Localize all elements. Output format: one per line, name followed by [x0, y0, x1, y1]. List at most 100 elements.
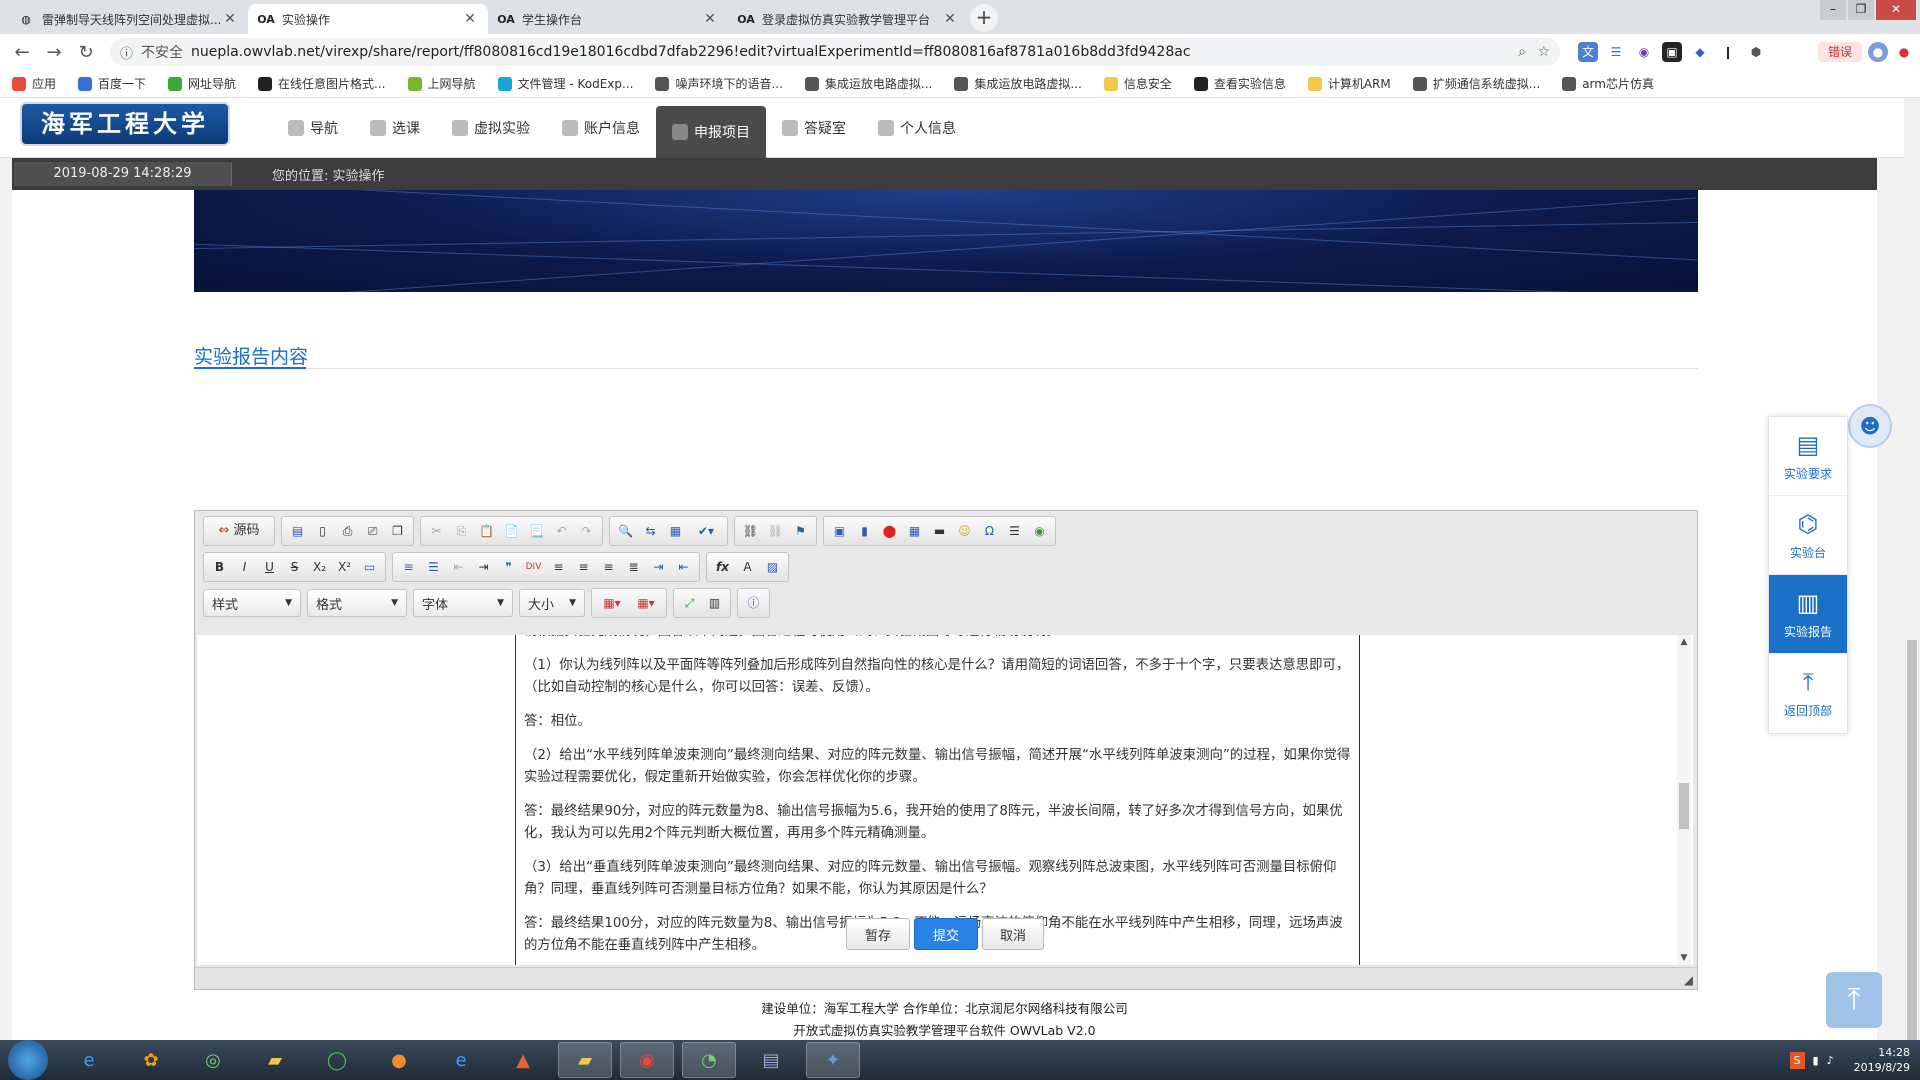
menu-item-courses[interactable]: 选课 — [354, 98, 436, 158]
save-draft-button[interactable]: 暂存 — [846, 918, 910, 950]
underline-icon[interactable]: U — [257, 555, 282, 579]
text-color-icon[interactable]: A — [735, 555, 760, 579]
close-window-icon[interactable]: ✕ — [1876, 0, 1916, 20]
notepad-taskbar-icon[interactable]: ▤ — [744, 1042, 798, 1078]
bookmark-item[interactable]: 集成运放电路虚拟... — [954, 75, 1082, 92]
print-icon[interactable]: ⎚ — [360, 519, 385, 543]
unlink-icon[interactable]: ⛓ — [763, 519, 788, 543]
browser-tab-2[interactable]: OA 实验操作 ✕ — [248, 4, 488, 34]
subscript-icon[interactable]: X₂ — [307, 555, 332, 579]
background-color-icon[interactable]: ▨ — [760, 555, 785, 579]
url-text[interactable]: nuepla.owvlab.net/virexp/share/report/ff… — [191, 44, 1191, 60]
source-button[interactable]: ⇔ 源码 — [207, 519, 271, 543]
font-select[interactable]: 字体 ▼ — [413, 589, 513, 617]
submit-button[interactable]: 提交 — [914, 918, 978, 950]
blockquote-icon[interactable]: ❞ — [496, 555, 521, 579]
scrollbar-thumb[interactable] — [1679, 783, 1689, 829]
editor-content-area[interactable]: 请根据实验完成情况，回答以下问题。回答过程可使用公式、实验截图等等进行辅助说明。… — [197, 635, 1693, 965]
bookmark-item[interactable]: 集成运放电路虚拟... — [804, 75, 932, 92]
new-page-icon[interactable]: ▯ — [310, 519, 335, 543]
align-right-icon[interactable]: ≡ — [596, 555, 621, 579]
extension-icon[interactable]: ◆ — [1690, 42, 1710, 62]
bookmark-item[interactable]: 扩频通信系统虚拟... — [1412, 75, 1540, 92]
page-scrollbar[interactable] — [1904, 98, 1920, 1040]
reload-icon[interactable]: ↻ — [70, 42, 102, 63]
bulleted-list-icon[interactable]: ☰ — [421, 555, 446, 579]
explorer-taskbar-icon[interactable]: ▰ — [558, 1042, 612, 1078]
assistant-robot-icon[interactable]: ☻ — [1848, 404, 1892, 448]
browser-tab-3[interactable]: OA 学生操作台 ✕ — [488, 4, 728, 34]
extension-icon[interactable]: ◉ — [1634, 42, 1654, 62]
size-select[interactable]: 大小 ▼ — [519, 589, 585, 617]
link-icon[interactable]: ⛓ — [738, 519, 763, 543]
align-center-icon[interactable]: ≡ — [571, 555, 596, 579]
remove-format-icon[interactable]: ▭ — [357, 555, 382, 579]
app-taskbar-icon[interactable]: ✦ — [806, 1042, 860, 1078]
browser-tab-1[interactable]: ◍ 雷弹制导天线阵列空间处理虚拟... ✕ — [8, 4, 248, 34]
network-icon[interactable]: ▮ — [1813, 1054, 1819, 1067]
bookmark-apps[interactable]: 应用 — [12, 75, 56, 92]
clock[interactable]: 14:28 2019/8/29 — [1854, 1045, 1910, 1075]
photos-taskbar-icon[interactable]: ✿ — [124, 1042, 178, 1078]
bookmark-item[interactable]: 网址导航 — [168, 75, 236, 92]
paste-text-icon[interactable]: 📄 — [499, 519, 524, 543]
browser-tab-4[interactable]: OA 登录虚拟仿真实验教学管理平台 ✕ — [728, 4, 968, 34]
minimize-icon[interactable]: – — [1820, 0, 1846, 20]
bookmark-item[interactable]: 上网导航 — [407, 75, 476, 92]
info-icon[interactable]: ⓘ — [120, 43, 133, 62]
table-icon[interactable]: ▦ — [902, 519, 927, 543]
volume-icon[interactable]: ♪ — [1827, 1054, 1834, 1067]
copy-icon[interactable]: ⎘ — [449, 519, 474, 543]
anchor-icon[interactable]: ⚑ — [788, 519, 813, 543]
report-document[interactable]: 请根据实验完成情况，回答以下问题。回答过程可使用公式、实验截图等等进行辅助说明。… — [515, 635, 1360, 965]
browser-menu-icon[interactable]: ● — [1894, 42, 1914, 62]
style-select[interactable]: 样式 ▼ — [203, 589, 301, 617]
go-top-button[interactable]: ⤒ — [1826, 972, 1882, 1028]
close-tab-icon[interactable]: ✕ — [942, 11, 958, 27]
resize-handle-icon[interactable]: ◢ — [1684, 973, 1693, 987]
editor-scrollbar[interactable]: ▲ ▼ — [1677, 635, 1691, 965]
wechat-taskbar-icon[interactable]: ◔ — [682, 1042, 736, 1078]
ltr-icon[interactable]: ⇥ — [646, 555, 671, 579]
templates-icon[interactable]: ❐ — [385, 519, 410, 543]
preview-icon[interactable]: ⎙ — [335, 519, 360, 543]
about-icon[interactable]: ⓘ — [741, 591, 766, 615]
ie-taskbar-icon[interactable]: e — [62, 1042, 116, 1078]
back-icon[interactable]: ← — [6, 42, 38, 63]
matlab-taskbar-icon[interactable]: ▲ — [496, 1042, 550, 1078]
horizontal-rule-icon[interactable]: ▬ — [927, 519, 952, 543]
cancel-button[interactable]: 取消 — [982, 918, 1044, 950]
find-icon[interactable]: 🔍 — [613, 519, 638, 543]
maximize-icon[interactable]: ❐ — [1848, 0, 1874, 20]
text-color-picker-icon[interactable]: ▦▾ — [595, 591, 629, 615]
bookmark-item[interactable]: arm芯片仿真 — [1562, 75, 1654, 92]
smiley-icon[interactable]: ☺ — [952, 519, 977, 543]
side-item-workbench[interactable]: ⌬ 实验台 — [1769, 496, 1847, 575]
cut-icon[interactable]: ✂ — [424, 519, 449, 543]
paused-badge[interactable]: 错误 — [1818, 42, 1862, 62]
forward-icon[interactable]: → — [38, 42, 70, 63]
translate-extension-icon[interactable]: 文 — [1578, 42, 1598, 62]
show-blocks-icon[interactable]: ▥ — [702, 591, 727, 615]
video-icon[interactable]: ▮ — [852, 519, 877, 543]
menu-item-profile[interactable]: 个人信息 — [862, 98, 972, 158]
numbered-list-icon[interactable]: ≡ — [396, 555, 421, 579]
bold-icon[interactable]: B — [207, 555, 232, 579]
side-item-requirements[interactable]: ▤ 实验要求 — [1769, 417, 1847, 496]
page-scrollbar-thumb[interactable] — [1907, 640, 1917, 1040]
address-bar[interactable]: ⓘ 不安全 nuepla.owvlab.net/virexp/share/rep… — [110, 38, 1560, 66]
italic-icon[interactable]: I — [232, 555, 257, 579]
align-left-icon[interactable]: ≡ — [546, 555, 571, 579]
extension-icon[interactable]: ⬢ — [1746, 42, 1766, 62]
chrome-taskbar-icon[interactable]: ◉ — [620, 1042, 674, 1078]
star-icon[interactable]: ☆ — [1537, 44, 1550, 60]
bookmark-folder[interactable]: 信息安全 — [1103, 75, 1172, 92]
superscript-icon[interactable]: X² — [332, 555, 357, 579]
extension-icon[interactable]: ▣ — [1662, 42, 1682, 62]
rtl-icon[interactable]: ⇤ — [671, 555, 696, 579]
formula-icon[interactable]: fx — [710, 555, 735, 579]
side-item-back-to-top[interactable]: ⤒ 返回顶部 — [1769, 654, 1847, 733]
select-all-icon[interactable]: ▦ — [663, 519, 688, 543]
page-break-icon[interactable]: ☰ — [1002, 519, 1027, 543]
close-tab-icon[interactable]: ✕ — [462, 11, 478, 27]
